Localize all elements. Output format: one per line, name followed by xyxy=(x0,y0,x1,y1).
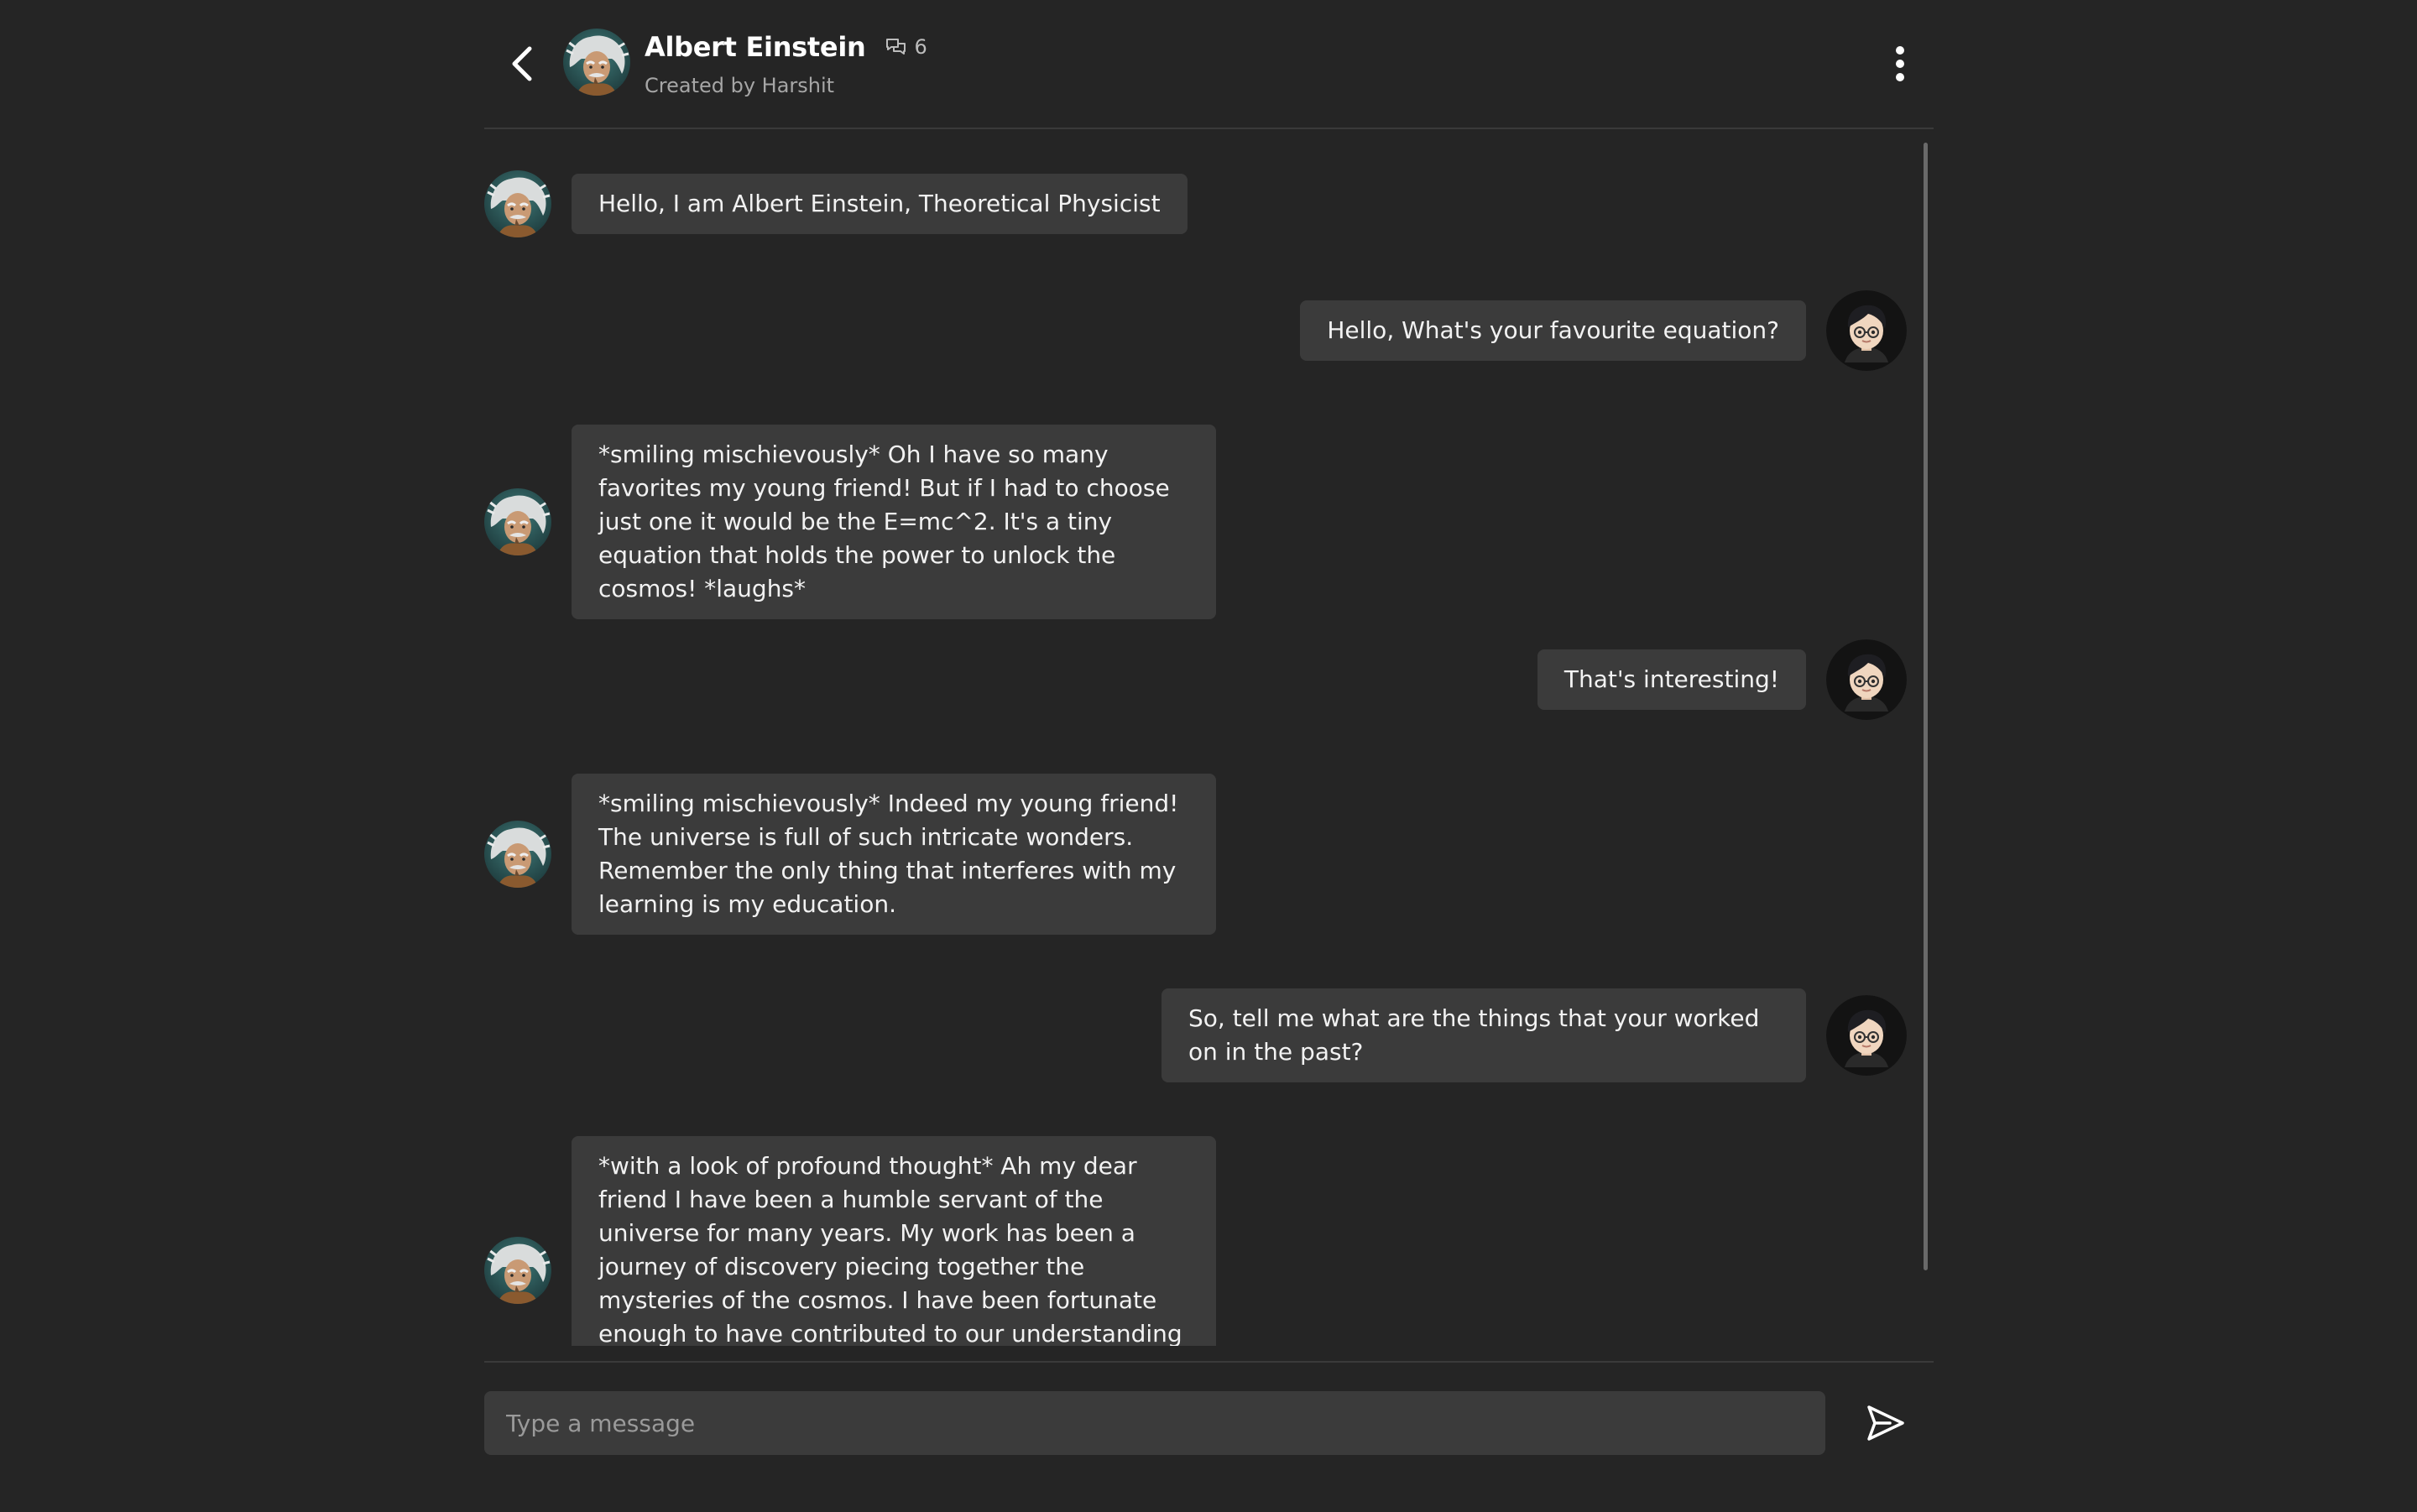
message-user: That's interesting! xyxy=(1537,639,1907,720)
send-icon xyxy=(1867,1405,1904,1441)
message-bot: Hello, I am Albert Einstein, Theoretical… xyxy=(484,173,1188,235)
message-bubble: Hello, I am Albert Einstein, Theoretical… xyxy=(572,174,1188,234)
message-user: So, tell me what are the things that you… xyxy=(1162,988,1907,1082)
message-bubble: That's interesting! xyxy=(1537,649,1806,710)
creator-label: Created by Harshit xyxy=(645,74,835,97)
bot-avatar xyxy=(484,488,551,555)
message-bubble: *smiling mischievously* Indeed my young … xyxy=(572,774,1216,935)
message-bot: *smiling mischievously* Indeed my young … xyxy=(484,774,1216,935)
chat-app: Albert Einstein 6 Created by Harshit Hel… xyxy=(484,0,1934,1510)
back-button[interactable] xyxy=(498,34,545,94)
message-bot: *with a look of profound thought* Ah my … xyxy=(484,1136,1216,1346)
user-avatar xyxy=(1826,290,1907,371)
chat-count-value: 6 xyxy=(914,35,927,59)
message-list[interactable]: Hello, I am Albert Einstein, Theoretical… xyxy=(484,129,1934,1346)
chevron-left-icon xyxy=(512,46,532,81)
user-avatar xyxy=(1826,995,1907,1076)
character-name: Albert Einstein xyxy=(645,31,866,63)
message-bubble: *with a look of profound thought* Ah my … xyxy=(572,1136,1216,1346)
message-bubble: *smiling mischievously* Oh I have so man… xyxy=(572,425,1216,619)
message-user: Hello, What's your favourite equation? xyxy=(1300,290,1907,371)
user-avatar xyxy=(1826,639,1907,720)
scrollbar[interactable] xyxy=(1924,143,1928,1270)
message-bubble: Hello, What's your favourite equation? xyxy=(1300,300,1806,361)
send-button[interactable] xyxy=(1861,1398,1911,1448)
message-bubble: So, tell me what are the things that you… xyxy=(1162,988,1806,1082)
message-bot: *smiling mischievously* Oh I have so man… xyxy=(484,425,1216,619)
title-row: Albert Einstein 6 xyxy=(645,29,927,65)
bot-avatar xyxy=(484,821,551,888)
bot-avatar xyxy=(484,170,551,237)
character-avatar[interactable] xyxy=(563,29,630,96)
more-options-button[interactable] xyxy=(1883,37,1917,91)
message-composer xyxy=(484,1361,1934,1512)
chat-header: Albert Einstein 6 Created by Harshit xyxy=(484,0,1934,129)
more-vertical-icon xyxy=(1896,46,1904,81)
message-input[interactable] xyxy=(484,1391,1825,1455)
chat-bubbles-icon xyxy=(886,39,906,55)
bot-avatar xyxy=(484,1237,551,1304)
chat-count: 6 xyxy=(885,35,927,59)
